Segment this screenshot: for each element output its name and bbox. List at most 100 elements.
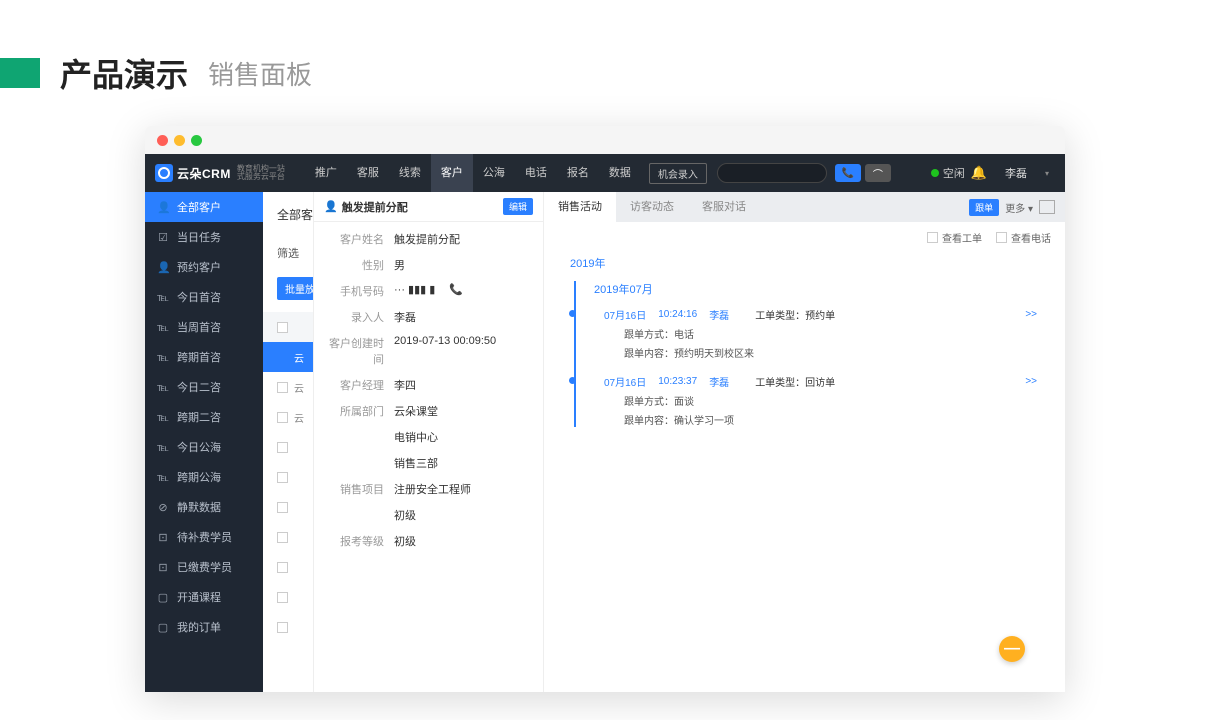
detail-row: 录入人李磊 [314,304,543,330]
activity-tab[interactable]: 客服对话 [688,192,760,222]
timeline-type: 工单类型：回访单 [755,374,835,389]
topnav-item[interactable]: 电话 [515,154,557,192]
sidebar-item[interactable]: 👤全部客户 [145,192,263,222]
content: 全部客户 筛选 批量放 云 云 云 👤 [263,192,1065,692]
activity-check[interactable]: 查看电话 [996,230,1051,245]
timeline-item-head: 07月16日 10:24:16 李磊 工单类型：预约单 >> [604,307,1045,322]
sidebar-icon: ⊡ [157,561,169,574]
timeline: 2019年 2019年07月 07月16日 10:24:16 李磊 工单类型：预… [544,253,1065,443]
checkbox[interactable] [277,412,288,423]
person-icon: 👤 [324,200,338,213]
sidebar-item[interactable]: 👤预约客户 [145,252,263,282]
app-logo[interactable]: 云朵CRM 教育机构一站 式服务云平台 [145,164,295,182]
topnav-item[interactable]: 推广 [305,154,347,192]
topnav-item[interactable]: 公海 [473,154,515,192]
detail-label: 手机号码 [324,283,394,299]
sidebar-item-label: 待补费学员 [177,529,232,545]
sidebar-item[interactable]: ⊡ 待补费学员 [145,522,263,552]
search-input[interactable] [717,163,827,183]
follow-button[interactable]: 跟单 [969,199,999,216]
detail-value: 电销中心 [394,429,533,445]
sidebar-item[interactable]: ℡跨期首咨 [145,342,263,372]
timeline-line: 2019年07月 07月16日 10:24:16 李磊 工单类型：预约单 >> … [574,281,1045,427]
activity-panel: 销售活动访客动态客服对话 跟单 更多 ▾ 查看工单查看电话 2019年 2019… [543,192,1065,692]
checkbox[interactable] [927,232,938,243]
chevron-down-icon[interactable]: ▾ [1045,169,1049,178]
sidebar-item[interactable]: ⊘静默数据 [145,492,263,522]
sidebar-item[interactable]: ☑当日任务 [145,222,263,252]
topnav-item[interactable]: 客服 [347,154,389,192]
sidebar-item[interactable]: ▢开通课程 [145,582,263,612]
detail-panel: 👤 触发提前分配 编辑 客户姓名触发提前分配性别男手机号码··· ▮▮▮ ▮📞录… [313,192,543,692]
checkbox[interactable] [277,382,288,393]
call-button[interactable]: 📞 [835,164,861,182]
activity-tab[interactable]: 销售活动 [544,192,616,222]
sidebar-item[interactable]: ℡跨期公海 [145,462,263,492]
timeline-item[interactable]: 07月16日 10:24:16 李磊 工单类型：预约单 >> 跟单方式：电话 跟… [594,307,1045,360]
maximize-icon[interactable] [191,135,202,146]
sidebar-item[interactable]: ℡今日公海 [145,432,263,462]
timeline-dot-icon [569,377,576,384]
topnav-item[interactable]: 数据 [599,154,641,192]
call-buttons: 📞 ⌒ [835,164,891,182]
timeline-method: 跟单方式：面谈 [624,393,1045,408]
status-indicator[interactable]: 空闲 [931,165,965,181]
username[interactable]: 李磊 [1005,165,1027,181]
detail-row: 销售项目注册安全工程师 [314,476,543,502]
checkbox[interactable] [277,442,288,453]
sidebar-item[interactable]: ℡跨期二咨 [145,402,263,432]
sidebar: 👤全部客户☑当日任务👤预约客户℡今日首咨℡当周首咨℡跨期首咨℡今日二咨℡跨期二咨… [145,192,263,692]
timeline-date: 07月16日 [604,307,646,322]
activity-filters: 查看工单查看电话 [544,222,1065,253]
sidebar-icon: 👤 [157,201,169,214]
more-dropdown[interactable]: 更多 ▾ [1005,200,1033,215]
checkbox[interactable] [277,532,288,543]
checkbox[interactable] [277,352,288,363]
checkbox[interactable] [277,622,288,633]
layout-icon[interactable] [1039,200,1055,214]
sidebar-item-label: 我的订单 [177,619,221,635]
detail-row: 销售三部 [314,450,543,476]
opportunity-entry-button[interactable]: 机会录入 [649,163,707,184]
checkbox[interactable] [277,472,288,483]
close-icon[interactable] [157,135,168,146]
edit-button[interactable]: 编辑 [503,198,533,215]
detail-value: ··· ▮▮▮ ▮📞 [394,283,533,299]
sidebar-icon: ⊡ [157,531,169,544]
minimize-icon[interactable] [174,135,185,146]
sidebar-icon: ⊘ [157,501,169,514]
activity-tab[interactable]: 访客动态 [616,192,688,222]
timeline-expand[interactable]: >> [1025,309,1045,320]
activity-check[interactable]: 查看工单 [927,230,982,245]
timeline-item[interactable]: 07月16日 10:23:37 李磊 工单类型：回访单 >> 跟单方式：面谈 跟… [594,374,1045,427]
sidebar-item-label: 预约客户 [177,259,221,275]
checkbox[interactable] [996,232,1007,243]
checkbox[interactable] [277,592,288,603]
sidebar-icon: ℡ [157,321,169,334]
sidebar-item[interactable]: ▢我的订单 [145,612,263,642]
detail-value: 男 [394,257,533,273]
bell-icon[interactable]: 🔔 [971,165,987,181]
topnav-item[interactable]: 客户 [431,154,473,192]
page-title: 产品演示 [60,50,188,96]
phone-icon[interactable]: 📞 [449,284,463,296]
detail-row: 客户姓名触发提前分配 [314,226,543,252]
detail-label [324,507,394,523]
sidebar-item[interactable]: ⊡已缴费学员 [145,552,263,582]
timeline-expand[interactable]: >> [1025,376,1045,387]
sidebar-item-label: 当周首咨 [177,319,221,335]
topnav-item[interactable]: 报名 [557,154,599,192]
hangup-button[interactable]: ⌒ [865,164,891,182]
checkbox[interactable] [277,502,288,513]
detail-value: 李四 [394,377,533,393]
checkbox[interactable] [277,322,288,333]
detail-row: 所属部门云朵课堂 [314,398,543,424]
sidebar-item[interactable]: ℡今日首咨 [145,282,263,312]
timeline-date: 07月16日 [604,374,646,389]
sidebar-item[interactable]: ℡ 当周首咨 [145,312,263,342]
sidebar-item[interactable]: ℡今日二咨 [145,372,263,402]
checkbox[interactable] [277,562,288,573]
topnav-item[interactable]: 线索 [389,154,431,192]
fab-button[interactable]: — [999,636,1025,662]
detail-row: 手机号码··· ▮▮▮ ▮📞 [314,278,543,304]
